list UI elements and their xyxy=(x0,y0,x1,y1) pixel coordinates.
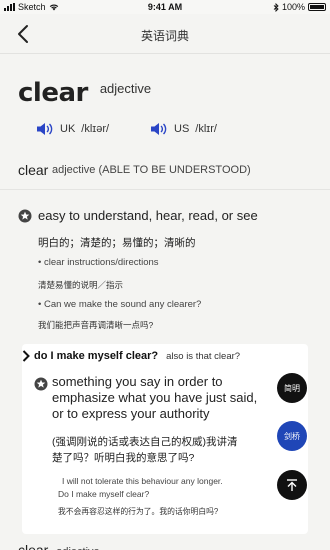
cambridge-dictionary-button[interactable]: 剑桥 xyxy=(277,421,307,451)
simple-dictionary-button[interactable]: 简明 xyxy=(277,373,307,403)
idiom-card: do I make myself clear? also is that cle… xyxy=(22,344,308,534)
nav-bar: 英语词典 xyxy=(0,14,330,54)
next-entry-word: clear xyxy=(18,542,49,550)
example-sentence: • clear instructions/directions xyxy=(38,257,159,268)
idiom-header[interactable]: do I make myself clear? also is that cle… xyxy=(22,350,240,362)
status-right: 100% xyxy=(273,2,326,12)
idiom-example-line: Do I make myself clear? xyxy=(58,489,150,499)
pronunciation-us[interactable]: US /klɪr/ xyxy=(150,122,217,136)
scroll-to-top-button[interactable] xyxy=(277,470,307,500)
idiom-definition-line: something you say in order to xyxy=(52,374,223,389)
star-icon[interactable] xyxy=(34,377,48,391)
star-icon[interactable] xyxy=(18,209,32,223)
headword: clear xyxy=(18,78,88,108)
next-entry-pos: adjective xyxy=(56,546,99,550)
us-ipa: /klɪr/ xyxy=(195,123,217,135)
battery-icon xyxy=(308,3,326,11)
uk-label: UK xyxy=(60,123,76,135)
arrow-up-icon xyxy=(287,479,297,491)
example-sentence: • Can we make the sound any clearer? xyxy=(38,299,202,310)
battery-label: 100% xyxy=(281,2,305,12)
speaker-icon[interactable] xyxy=(36,122,54,136)
idiom-also: also is that clear? xyxy=(166,350,241,362)
us-label: US xyxy=(174,123,190,135)
definition-translation: 明白的；清楚的；易懂的；清晰的 xyxy=(38,237,196,249)
sense-word: clear xyxy=(18,162,49,178)
idiom-definition-line: or to express your authority xyxy=(52,406,210,421)
sense-info: adjective (ABLE TO BE UNDERSTOOD) xyxy=(52,164,251,176)
uk-ipa: /klɪər/ xyxy=(81,123,110,135)
sense-header: clear adjective (ABLE TO BE UNDERSTOOD) xyxy=(0,150,330,190)
page-title: 英语词典 xyxy=(140,29,189,43)
pronunciation-uk[interactable]: UK /klɪər/ xyxy=(36,122,109,136)
idiom-example-line: I will not tolerate this behaviour any l… xyxy=(62,476,223,486)
idiom-translation-line: 楚了吗？听明白我的意思了吗? xyxy=(52,452,195,464)
definition-text: easy to understand, hear, read, or see xyxy=(38,208,258,223)
bluetooth-icon xyxy=(273,2,279,12)
idiom-phrase: do I make myself clear? xyxy=(34,350,159,362)
part-of-speech: adjective xyxy=(99,81,152,96)
chevron-right-icon xyxy=(22,350,30,362)
idiom-translation-line: (强调刚说的话或表达自己的权威)我讲清 xyxy=(52,436,238,448)
example-translation: 清楚易懂的说明／指示 xyxy=(38,280,124,290)
headword-row: clear adjective xyxy=(18,78,151,108)
simple-dictionary-label: 简明 xyxy=(284,383,300,393)
definition-block: easy to understand, hear, read, or see 明… xyxy=(18,208,318,338)
speaker-icon[interactable] xyxy=(150,122,168,136)
idiom-definition-line: emphasize what you have just said, xyxy=(52,390,258,405)
idiom-example-translation: 我不会再容忍这样的行为了。我的话你明白吗? xyxy=(58,507,219,516)
dictionary-content[interactable]: clear adjective UK /klɪər/ US /klɪr/ cle… xyxy=(0,54,330,550)
next-entry-peek[interactable]: clear adjective xyxy=(18,542,100,550)
example-translation: 我们能把声音再调清晰一点吗? xyxy=(38,320,154,330)
cambridge-dictionary-label: 剑桥 xyxy=(284,431,300,441)
status-bar: Sketch 9:41 AM 100% xyxy=(0,0,330,14)
